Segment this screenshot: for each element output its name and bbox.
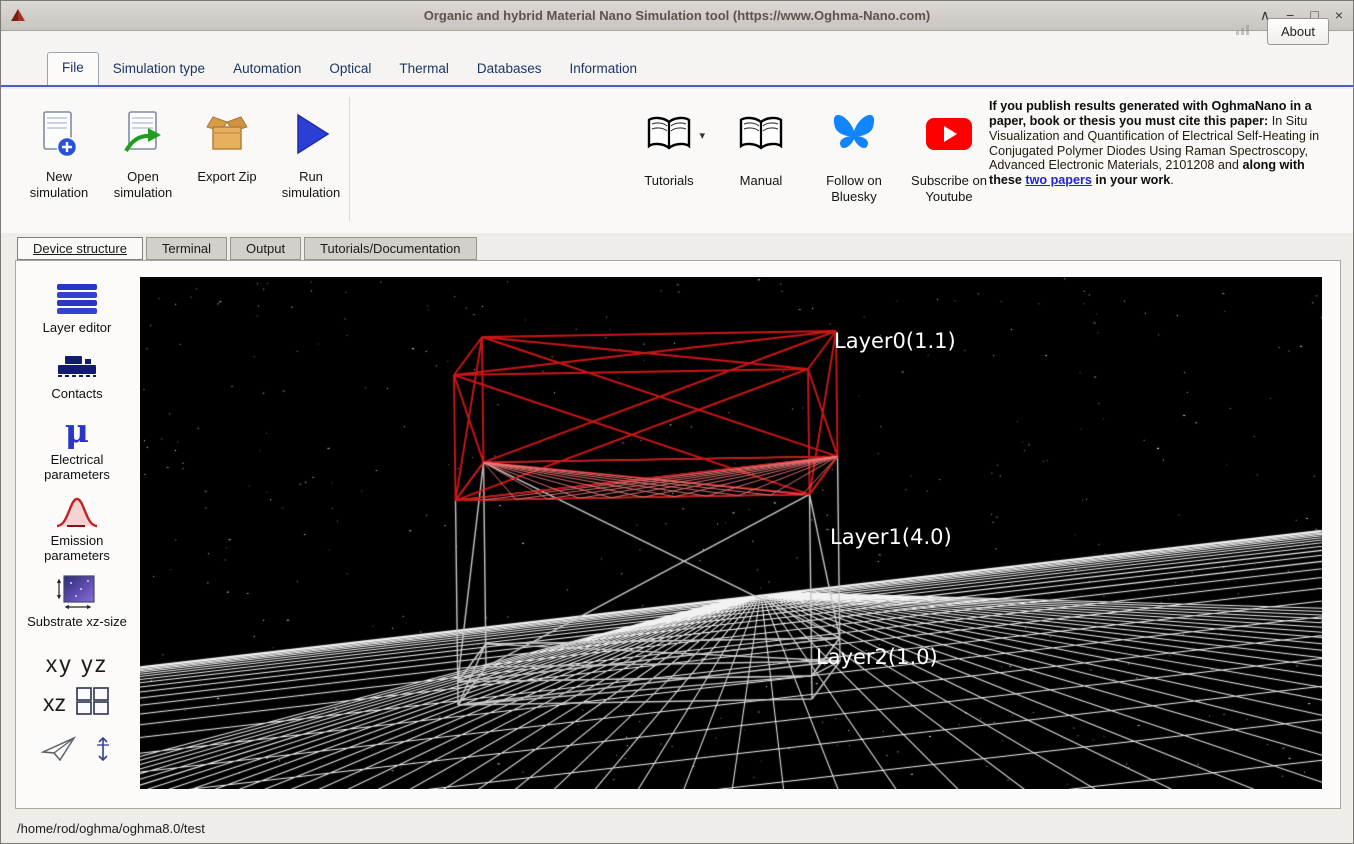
menu-tab-information[interactable]: Information (555, 54, 651, 85)
youtube-button[interactable]: Subscribe on Youtube (901, 107, 997, 206)
resize-grip-icon (1236, 25, 1249, 35)
tab-terminal[interactable]: Terminal (146, 237, 227, 260)
sidebar-item-substrate-xz-size[interactable]: Substrate xz-size (21, 575, 133, 630)
window-titlebar: Organic and hybrid Material Nano Simulat… (1, 1, 1353, 31)
contacts-label: Contacts (21, 387, 133, 402)
substrate-xz-size-label: Substrate xz-size (21, 615, 133, 630)
axis-arrow-icon[interactable] (93, 735, 113, 768)
mu-icon: μ (21, 413, 133, 449)
window-title: Organic and hybrid Material Nano Simulat… (1, 8, 1353, 23)
menu-bar: File Simulation type Automation Optical … (1, 31, 1353, 87)
grid-view-icon[interactable] (75, 686, 111, 721)
play-icon (288, 107, 334, 161)
menu-tab-databases[interactable]: Databases (463, 54, 556, 85)
menu-tab-file[interactable]: File (47, 52, 99, 85)
new-simulation-button[interactable]: New simulation (17, 107, 101, 202)
citation-segment: If you publish results generated with Og… (989, 99, 1312, 128)
paper-plane-icon[interactable] (41, 736, 77, 767)
open-book-icon (645, 113, 693, 160)
tab-tutorials-documentation[interactable]: Tutorials/Documentation (304, 237, 476, 260)
export-zip-button[interactable]: Export Zip (185, 107, 269, 202)
menu-tab-optical[interactable]: Optical (315, 54, 385, 85)
about-button[interactable]: About (1267, 18, 1329, 45)
close-button[interactable]: × (1335, 6, 1343, 24)
tab-output[interactable]: Output (230, 237, 301, 260)
contacts-icon (21, 347, 133, 383)
electrical-parameters-label: Electrical parameters (21, 453, 133, 483)
open-simulation-label: Open simulation (101, 169, 185, 202)
youtube-label: Subscribe on Youtube (901, 173, 997, 206)
citation-segment: in your work (1092, 173, 1170, 187)
emission-spectrum-icon (21, 494, 133, 530)
sidebar-item-emission-parameters[interactable]: Emission parameters (21, 494, 133, 564)
package-box-icon (203, 107, 251, 161)
substrate-size-icon (21, 575, 133, 611)
new-simulation-label: New simulation (17, 169, 101, 202)
device-sidebar: Layer editor Contacts μ Electrical param… (16, 261, 138, 808)
layer-editor-label: Layer editor (21, 321, 133, 336)
youtube-icon (924, 116, 974, 157)
bluesky-label: Follow on Bluesky (807, 173, 901, 206)
bluesky-button[interactable]: Follow on Bluesky (807, 107, 901, 206)
device-structure-panel: Layer editor Contacts μ Electrical param… (15, 260, 1341, 809)
run-simulation-button[interactable]: Run simulation (269, 107, 353, 202)
tutorials-button[interactable]: ▾ Tutorials (623, 107, 715, 206)
open-document-icon (120, 107, 166, 161)
view-xz-button[interactable]: xz (43, 690, 66, 717)
sidebar-item-electrical-parameters[interactable]: μ Electrical parameters (21, 413, 133, 483)
open-book-icon (737, 113, 785, 160)
view-xy-yz-buttons[interactable]: xy yz (46, 651, 108, 678)
device-3d-viewport: Layer0(1.1) Layer1(4.0) Layer2(1.0) (140, 277, 1322, 789)
tutorials-dropdown-icon[interactable]: ▾ (699, 129, 705, 142)
menu-tab-simulation-type[interactable]: Simulation type (99, 54, 219, 85)
view-tab-bar: Device structure Terminal Output Tutoria… (17, 237, 477, 260)
citation-segment: . (1170, 173, 1174, 187)
manual-button[interactable]: Manual (715, 107, 807, 206)
layer-editor-icon (21, 281, 133, 317)
tutorials-label: Tutorials (644, 173, 693, 189)
sidebar-item-layer-editor[interactable]: Layer editor (21, 281, 133, 336)
export-zip-label: Export Zip (197, 169, 256, 185)
run-simulation-label: Run simulation (269, 169, 353, 202)
two-papers-link[interactable]: two papers (1025, 173, 1091, 187)
citation-text: If you publish results generated with Og… (989, 99, 1335, 188)
menu-tab-automation[interactable]: Automation (219, 54, 315, 85)
status-path: /home/rod/oghma/oghma8.0/test (17, 821, 205, 836)
device-3d-canvas[interactable] (140, 277, 1322, 789)
sidebar-item-contacts[interactable]: Contacts (21, 347, 133, 402)
manual-label: Manual (740, 173, 783, 189)
menu-tab-thermal[interactable]: Thermal (385, 54, 463, 85)
new-document-icon (36, 107, 82, 161)
ribbon-toolbar: New simulation Open simulation (1, 89, 1353, 233)
tab-device-structure[interactable]: Device structure (17, 237, 143, 260)
open-simulation-button[interactable]: Open simulation (101, 107, 185, 202)
emission-parameters-label: Emission parameters (21, 534, 133, 564)
butterfly-icon (829, 111, 879, 162)
